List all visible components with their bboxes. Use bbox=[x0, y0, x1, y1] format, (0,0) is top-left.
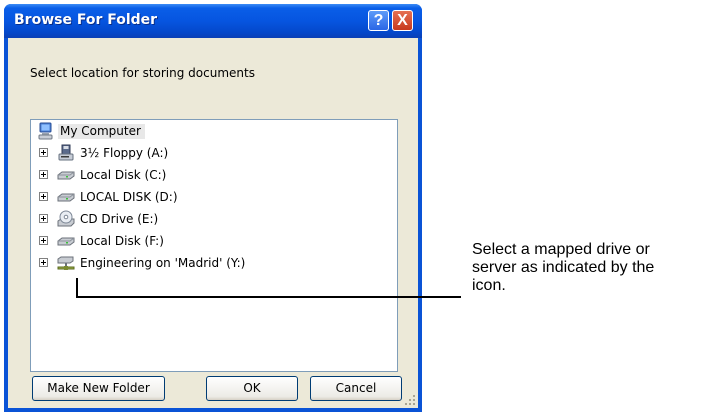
tree-item-local-disk-c[interactable]: Local Disk (C:) bbox=[37, 166, 237, 185]
callout-annotation: Select a mapped drive or server as indic… bbox=[472, 241, 722, 295]
callout-line: Select a mapped drive or bbox=[472, 241, 650, 258]
hard-disk-icon bbox=[57, 171, 75, 180]
ok-button[interactable]: OK bbox=[206, 376, 298, 401]
tree-item-label: Local Disk (F:) bbox=[80, 234, 164, 248]
expand-icon[interactable] bbox=[39, 192, 48, 201]
expand-icon[interactable] bbox=[39, 148, 48, 157]
expand-icon[interactable] bbox=[39, 170, 48, 179]
tree-item-label: LOCAL DISK (D:) bbox=[80, 190, 178, 204]
tree-item-label: 3½ Floppy (A:) bbox=[80, 146, 169, 160]
tree-item-cd-drive[interactable]: CD Drive (E:) bbox=[37, 210, 237, 229]
tree-item-label: CD Drive (E:) bbox=[80, 212, 159, 226]
dialog-body: Select location for storing documents My… bbox=[8, 38, 418, 408]
callout-line: server as indicated by the bbox=[472, 259, 655, 276]
tree-root-my-computer[interactable]: My Computer bbox=[37, 122, 177, 141]
network-drive-icon bbox=[57, 256, 75, 270]
tree-item-local-disk-d[interactable]: LOCAL DISK (D:) bbox=[37, 188, 237, 207]
tree-item-network-drive-y[interactable]: Engineering on 'Madrid' (Y:) bbox=[37, 254, 297, 273]
tree-item-label: Local Disk (C:) bbox=[80, 168, 167, 182]
callout-pointer-line bbox=[76, 296, 461, 298]
computer-icon bbox=[38, 122, 53, 140]
cd-drive-icon bbox=[57, 210, 75, 227]
expand-icon[interactable] bbox=[39, 236, 48, 245]
expand-icon[interactable] bbox=[39, 258, 48, 267]
floppy-drive-icon bbox=[58, 144, 74, 161]
expand-icon[interactable] bbox=[39, 214, 48, 223]
cancel-button[interactable]: Cancel bbox=[310, 376, 402, 401]
tree-item-floppy[interactable]: 3½ Floppy (A:) bbox=[37, 144, 237, 163]
tree-item-local-disk-f[interactable]: Local Disk (F:) bbox=[37, 232, 237, 251]
callout-line: icon. bbox=[472, 277, 506, 294]
make-new-folder-button[interactable]: Make New Folder bbox=[32, 376, 165, 401]
dialog-title: Browse For Folder bbox=[14, 12, 158, 28]
folder-tree[interactable]: My Computer 3½ Floppy (A:) Local Disk (C… bbox=[30, 119, 398, 372]
tree-item-label: Engineering on 'Madrid' (Y:) bbox=[80, 256, 246, 270]
hard-disk-icon bbox=[57, 193, 75, 202]
close-button[interactable]: X bbox=[392, 10, 413, 31]
callout-connector bbox=[76, 278, 78, 298]
browse-for-folder-dialog: Browse For Folder ? X Select location fo… bbox=[4, 4, 422, 412]
prompt-text: Select location for storing documents bbox=[30, 66, 255, 80]
title-bar[interactable]: Browse For Folder ? X bbox=[4, 4, 422, 38]
help-button[interactable]: ? bbox=[368, 10, 389, 31]
hard-disk-icon bbox=[57, 237, 75, 246]
resize-grip-icon[interactable] bbox=[404, 394, 416, 406]
tree-root-label: My Computer bbox=[58, 124, 145, 139]
